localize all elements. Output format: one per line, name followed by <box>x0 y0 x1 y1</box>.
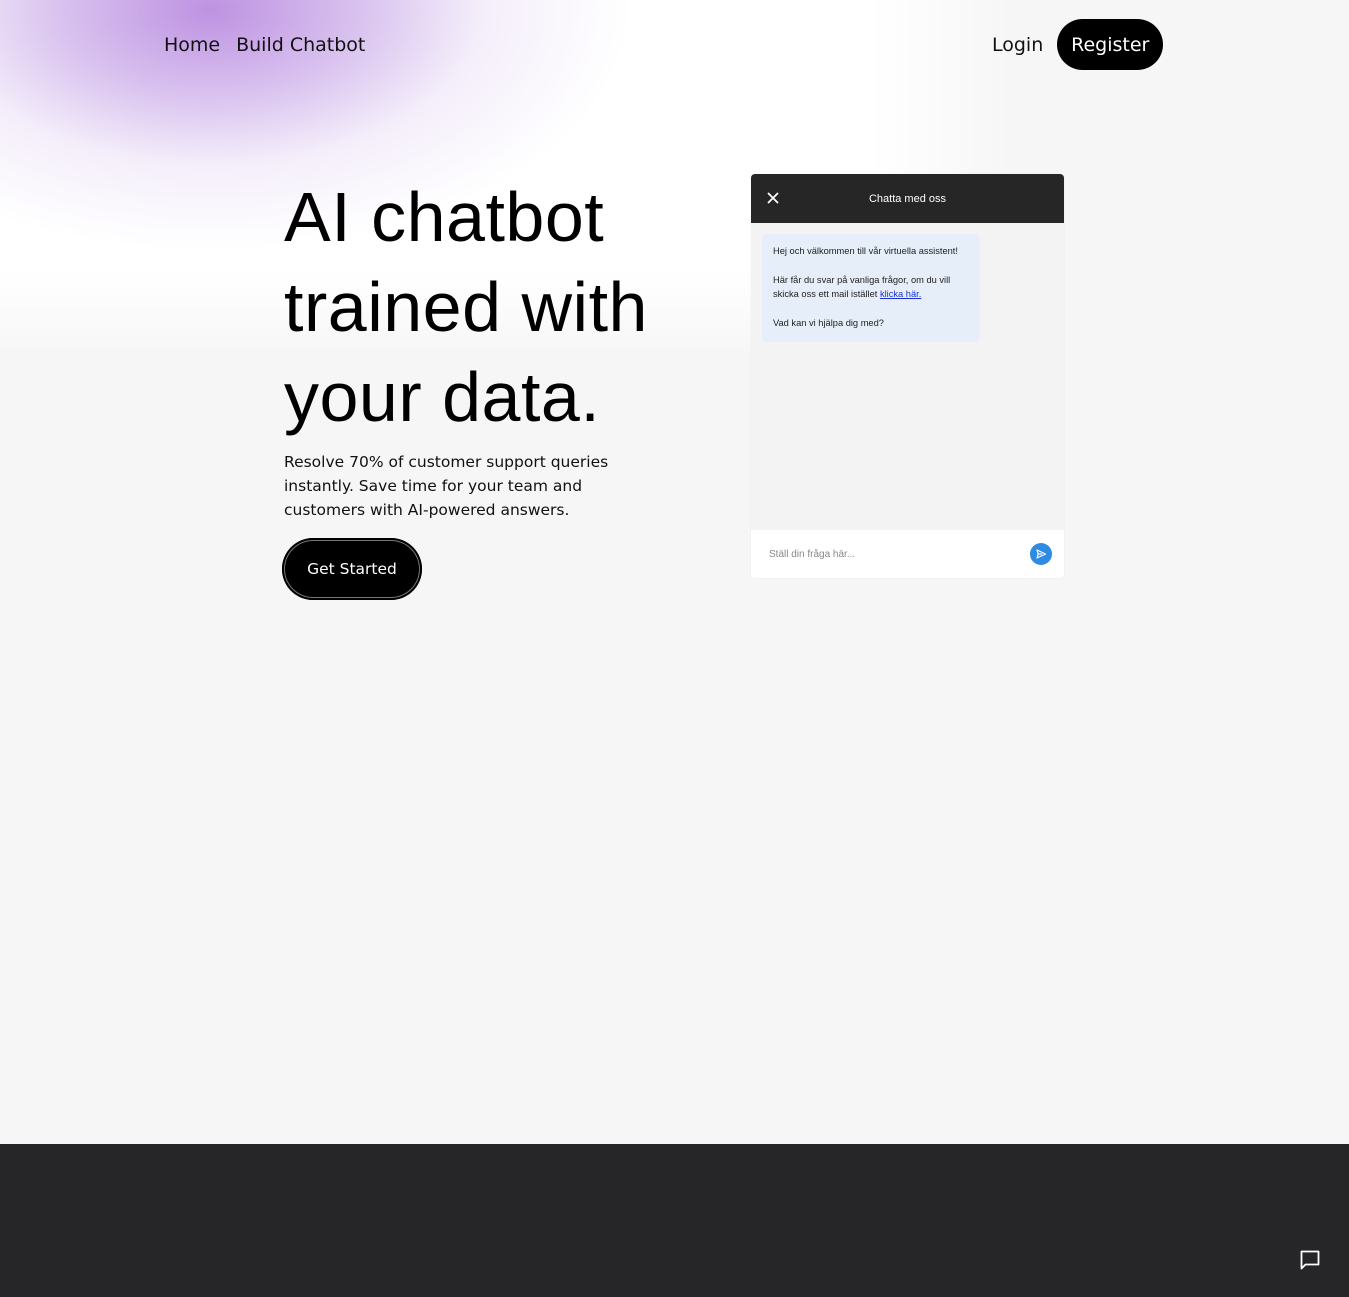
greeting-text: Hej och välkommen till vår virtuella ass… <box>773 246 958 256</box>
email-link[interactable]: klicka här. <box>880 289 921 299</box>
chat-input[interactable] <box>767 547 1021 561</box>
nav-build-chatbot-link[interactable]: Build Chatbot <box>236 33 365 57</box>
chat-bubble-icon[interactable] <box>1286 1236 1334 1284</box>
nav-left: Home Build Chatbot <box>164 33 365 57</box>
get-started-button[interactable]: Get Started <box>282 538 422 600</box>
login-link[interactable]: Login <box>992 34 1043 56</box>
nav-right: Login Register <box>992 19 1164 70</box>
chat-title: Chatta med oss <box>868 192 947 205</box>
send-icon[interactable] <box>1030 543 1052 565</box>
nav-home-link[interactable]: Home <box>164 33 220 57</box>
info-prefix: Här får du svar på vanliga frågor, om du… <box>773 274 951 300</box>
info-text: Här får du svar på vanliga frågor, om du… <box>773 273 970 302</box>
chat-body: Hej och välkommen till vår virtuella ass… <box>751 223 1064 530</box>
hero-subtitle: Resolve 70% of customer support queries … <box>284 453 609 519</box>
chat-widget-preview: Chatta med oss Hej och välkommen till vå… <box>751 174 1064 578</box>
chat-input-row <box>751 530 1064 578</box>
chat-header: Chatta med oss <box>751 174 1064 223</box>
close-icon[interactable] <box>763 188 783 208</box>
register-button[interactable]: Register <box>1057 19 1164 70</box>
footer <box>0 1144 1349 1297</box>
hero-title: AI chatbot trained with your data. <box>284 178 648 436</box>
question-text: Vad kan vi hjälpa dig med? <box>773 317 884 328</box>
bot-message-bubble: Hej och välkommen till vår virtuella ass… <box>762 234 980 342</box>
